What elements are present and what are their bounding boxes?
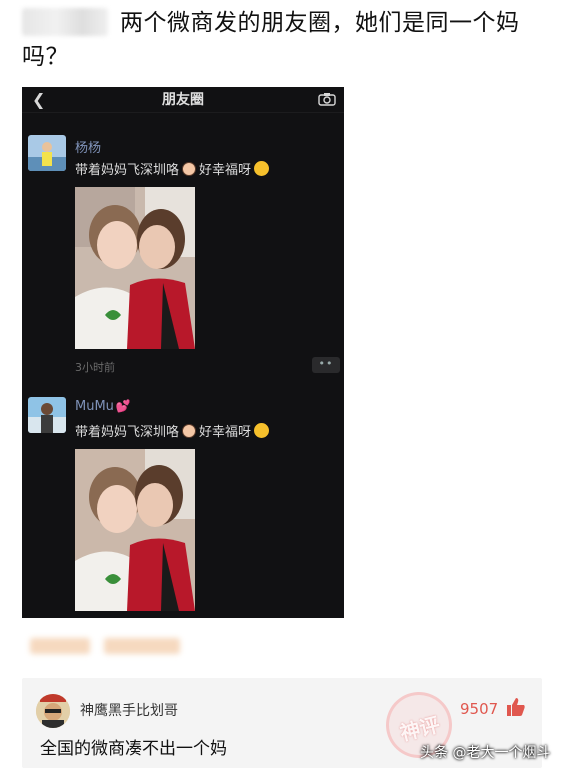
moment-post-1: 杨杨 带着妈妈飞深圳咯 好幸福呀 3小时前 •• — [22, 135, 344, 385]
moment-timestamp: 3小时前 — [75, 361, 115, 374]
commenter-name[interactable]: 神鹰黑手比划哥 — [80, 700, 178, 720]
moment-text-part: 带着妈妈飞深圳咯 — [75, 163, 180, 178]
moment-text-part: 好幸福呀 — [199, 163, 252, 178]
comment-text: 全国的微商凑不出一个妈 — [40, 739, 227, 759]
moment-text-part: 带着妈妈飞深圳咯 — [75, 425, 180, 440]
blurred-username — [22, 8, 108, 36]
smiling-face-emoji-icon — [254, 423, 270, 438]
back-chevron-icon[interactable]: ❮ — [32, 90, 45, 109]
moment-text-part: 好幸福呀 — [199, 425, 252, 440]
girl-face-emoji-icon — [182, 424, 197, 438]
moment-post-2: MuMu 💕 带着妈妈飞深圳咯 好幸福呀 — [22, 397, 344, 617]
moments-topbar: ❮ 朋友圈 — [22, 87, 344, 113]
smiling-face-emoji-icon — [254, 161, 270, 176]
moment-text: 带着妈妈飞深圳咯 好幸福呀 — [75, 159, 270, 178]
moment-text: 带着妈妈飞深圳咯 好幸福呀 — [75, 421, 270, 440]
camera-icon[interactable] — [318, 92, 336, 106]
more-options-button[interactable]: •• — [312, 357, 340, 373]
moments-screenshot: ❮ 朋友圈 杨杨 带着妈妈飞深圳咯 好幸福呀 3小时前 •• MuMu 💕 带着… — [22, 87, 344, 618]
two-hearts-emoji-icon: 💕 — [115, 399, 131, 413]
like-count: 9507 — [460, 700, 499, 718]
girl-face-emoji-icon — [182, 162, 197, 176]
moment-author-name[interactable]: MuMu 💕 — [75, 399, 131, 414]
source-watermark: 头条 @老大一个烟斗 — [420, 745, 551, 761]
stamp-label: 神评 — [397, 712, 443, 746]
moment-photo[interactable] — [75, 449, 195, 611]
moment-photo[interactable] — [75, 187, 195, 349]
thumbs-up-icon[interactable] — [506, 697, 526, 717]
author-name-text: MuMu — [75, 399, 114, 414]
moments-title: 朋友圈 — [162, 92, 204, 108]
post-header: 两个微商发的朋友圈，她们是同一个妈吗？ — [22, 6, 552, 74]
moment-author-name[interactable]: 杨杨 — [75, 137, 101, 156]
avatar[interactable] — [28, 397, 66, 433]
commenter-avatar[interactable] — [36, 694, 70, 728]
blurred-caption — [22, 632, 190, 662]
avatar[interactable] — [28, 135, 66, 171]
